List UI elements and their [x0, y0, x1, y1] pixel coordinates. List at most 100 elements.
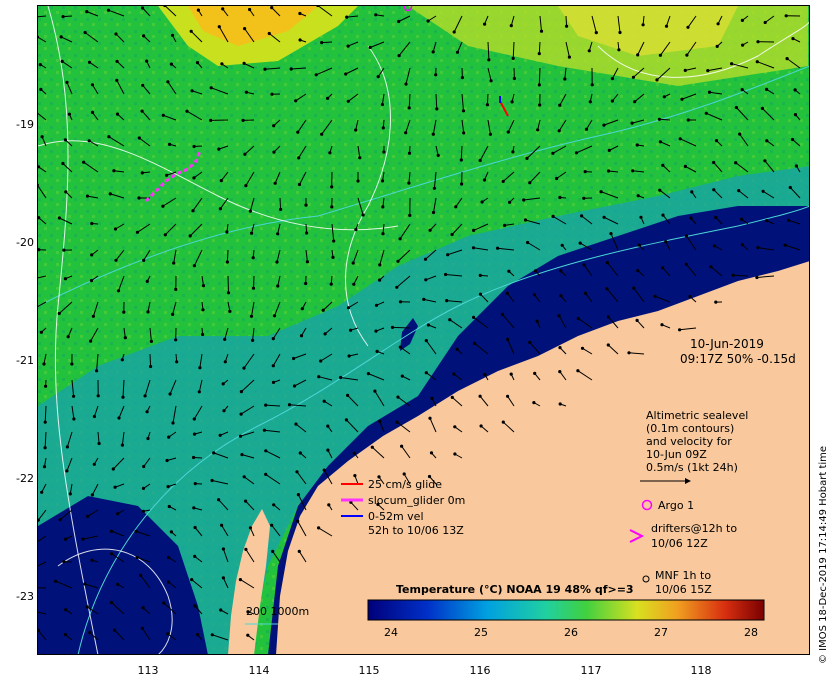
velocity-arrow-head: [557, 129, 561, 133]
velocity-arrow-head: [509, 24, 513, 28]
velocity-arrow-head: [609, 232, 613, 236]
y-tick-label: -21: [16, 354, 34, 367]
velocity-arrow-head: [483, 22, 487, 26]
velocity-arrow-head: [320, 41, 324, 45]
velocity-arrow-head: [510, 100, 514, 104]
velocity-arrow-head: [139, 573, 143, 577]
velocity-arrow-head: [424, 278, 428, 282]
velocity-arrow: [253, 275, 255, 289]
velocity-arrow-head: [221, 382, 225, 386]
velocity-arrow-head: [115, 112, 120, 116]
velocity-arrow-head: [193, 554, 197, 559]
glider-legend-line: slocum_glider 0m: [368, 494, 466, 507]
velocity-arrow-head: [114, 258, 118, 262]
velocity-arrow-head: [714, 300, 718, 304]
velocity-arrow-head: [248, 7, 252, 12]
velocity-arrow-head: [141, 509, 146, 513]
velocity-arrow-head: [197, 390, 201, 394]
velocity-arrow-head: [193, 604, 197, 608]
velocity-arrow-head: [633, 100, 637, 104]
x-tick-label: 113: [137, 664, 159, 677]
velocity-arrow-head: [381, 126, 385, 130]
credit-text: © IMOS 18-Dec-2019 17:14:49 Hobart time: [818, 445, 829, 664]
velocity-arrow-head: [141, 83, 145, 87]
velocity-arrow-head: [298, 38, 302, 42]
velocity-arrow-head: [605, 261, 610, 265]
velocity-arrow-head: [740, 217, 744, 221]
velocity-arrow-head: [618, 30, 622, 35]
velocity-arrow-head: [528, 181, 532, 185]
velocity-arrow-head: [44, 384, 48, 388]
velocity-arrow-head: [452, 372, 456, 376]
velocity-arrow-head: [63, 277, 67, 281]
velocity-arrow-head: [678, 137, 682, 141]
velocity-arrow-head: [473, 341, 477, 345]
velocity-arrow-head: [305, 260, 309, 264]
velocity-arrow-head: [297, 156, 301, 160]
velocity-arrow-head: [304, 203, 308, 207]
velocity-arrow-head: [426, 19, 430, 23]
velocity-arrow-head: [376, 75, 380, 79]
velocity-arrow-head: [353, 474, 357, 478]
velocity-arrow-head: [192, 506, 196, 510]
velocity-arrow-head: [88, 631, 92, 635]
velocity-arrow-head: [606, 343, 610, 347]
velocity-arrow-head: [783, 243, 787, 247]
velocity-arrow-head: [146, 310, 150, 314]
sst-map-canvas: [38, 6, 810, 655]
velocity-arrow-head: [161, 113, 165, 117]
velocity-arrow-head: [135, 555, 139, 560]
velocity-arrow-head: [96, 394, 100, 398]
velocity-arrow-head: [114, 32, 118, 36]
velocity-arrow-head: [558, 370, 562, 374]
x-tick-label: 115: [358, 664, 380, 677]
velocity-arrow-head: [683, 164, 688, 168]
velocity-arrow-head: [63, 537, 68, 541]
velocity-arrow-head: [296, 130, 300, 134]
velocity-arrow-head: [760, 106, 765, 110]
velocity-arrow-head: [381, 205, 385, 209]
velocity-arrow-head: [298, 11, 302, 16]
velocity-arrow-head: [242, 475, 246, 479]
velocity-arrow-head: [228, 309, 232, 313]
velocity-arrow-head: [378, 278, 382, 282]
velocity-arrow-head: [559, 269, 563, 273]
velocity-arrow-head: [116, 512, 120, 516]
velocity-arrow-head: [239, 412, 243, 416]
velocity-arrow-head: [635, 318, 639, 322]
velocity-arrow-head: [92, 414, 96, 419]
velocity-arrow-head: [62, 248, 66, 252]
velocity-arrow-head: [505, 291, 509, 295]
velocity-arrow-head: [196, 633, 200, 637]
velocity-arrow-head: [714, 215, 718, 220]
velocity-arrow-head: [145, 279, 149, 283]
velocity-arrow-head: [113, 628, 117, 632]
velocity-arrow-head: [788, 185, 792, 190]
velocity-arrow-head: [169, 62, 173, 66]
velocity-arrow-head: [479, 424, 483, 428]
velocity-arrow-head: [472, 228, 476, 232]
velocity-arrow-head: [210, 633, 214, 637]
velocity-arrow-head: [264, 449, 268, 453]
velocity-arrow-head: [607, 148, 611, 152]
velocity-arrow-head: [248, 209, 252, 213]
velocity-arrow-head: [168, 392, 172, 396]
velocity-arrow-head: [298, 451, 302, 455]
velocity-arrow-head: [115, 78, 119, 82]
velocity-arrow-head: [145, 410, 149, 414]
x-tick-label: 118: [690, 664, 712, 677]
velocity-arrow-head: [85, 10, 89, 14]
velocity-arrow-head: [617, 48, 621, 52]
velocity-arrow-head: [242, 61, 246, 65]
velocity-arrow-head: [107, 135, 111, 139]
velocity-arrow-head: [72, 417, 76, 421]
velocity-arrow-head: [396, 259, 400, 263]
velocity-arrow-head: [85, 605, 89, 609]
velocity-arrow-head: [636, 53, 640, 57]
velocity-arrow-head: [358, 156, 362, 160]
velocity-arrow-head: [582, 263, 586, 267]
velocity-arrow-head: [480, 200, 484, 204]
velocity-arrow-head: [172, 261, 176, 265]
velocity-arrow-head: [404, 131, 408, 135]
velocity-arrow-head: [67, 112, 71, 116]
